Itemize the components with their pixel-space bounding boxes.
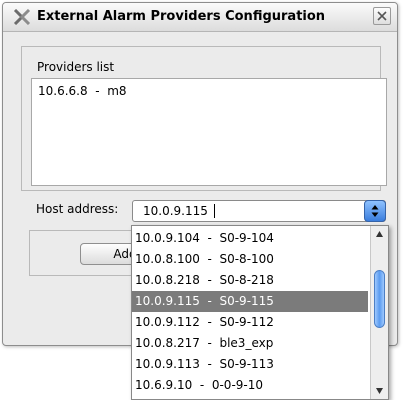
dropdown-option[interactable]: 10.0.8.217 - ble3_exp (132, 333, 368, 354)
host-address-value: 10.0.9.115 (143, 204, 208, 218)
dropdown-toggle-button[interactable] (364, 200, 386, 222)
scroll-down-button[interactable] (371, 381, 388, 399)
dropdown-option-selected[interactable]: 10.0.9.115 - S0-9-115 (132, 291, 368, 312)
dropdown-option[interactable]: 10.6.9.10 - 0-0-9-10 (132, 375, 368, 396)
dialog-title: External Alarm Providers Configuration (37, 9, 326, 24)
scroll-up-button[interactable] (371, 226, 388, 244)
close-icon (377, 11, 387, 21)
host-address-dropdown-list[interactable]: 10.0.9.104 - S0-9-104 10.0.8.100 - S0-8-… (131, 225, 389, 400)
dropdown-option[interactable]: 10.0.9.104 - S0-9-104 (132, 228, 368, 249)
dropdown-option[interactable]: 10.0.9.112 - S0-9-112 (132, 312, 368, 333)
scrollbar-thumb[interactable] (374, 270, 385, 328)
title-bar[interactable]: External Alarm Providers Configuration (3, 3, 397, 32)
dropdown-option[interactable]: 10.0.8.100 - S0-8-100 (132, 249, 368, 270)
scroll-up-arrow-icon (376, 231, 383, 237)
list-item[interactable]: 10.6.6.8 - m8 (38, 84, 127, 98)
host-address-label: Host address: (36, 202, 119, 216)
up-down-arrows-icon (371, 205, 379, 217)
dropdown-option[interactable]: 10.0.8.218 - S0-8-218 (132, 270, 368, 291)
providers-list-legend: Providers list (34, 60, 118, 74)
close-button[interactable] (373, 7, 391, 25)
scroll-down-arrow-icon (376, 388, 383, 394)
app-x-logo-icon (13, 8, 31, 26)
text-caret (214, 204, 215, 218)
dropdown-option[interactable]: 10.0.9.113 - S0-9-113 (132, 354, 368, 375)
dropdown-scrollbar[interactable] (370, 226, 388, 399)
providers-list[interactable]: 10.6.6.8 - m8 (31, 78, 387, 186)
host-address-combobox[interactable]: 10.0.9.115 (132, 200, 386, 222)
